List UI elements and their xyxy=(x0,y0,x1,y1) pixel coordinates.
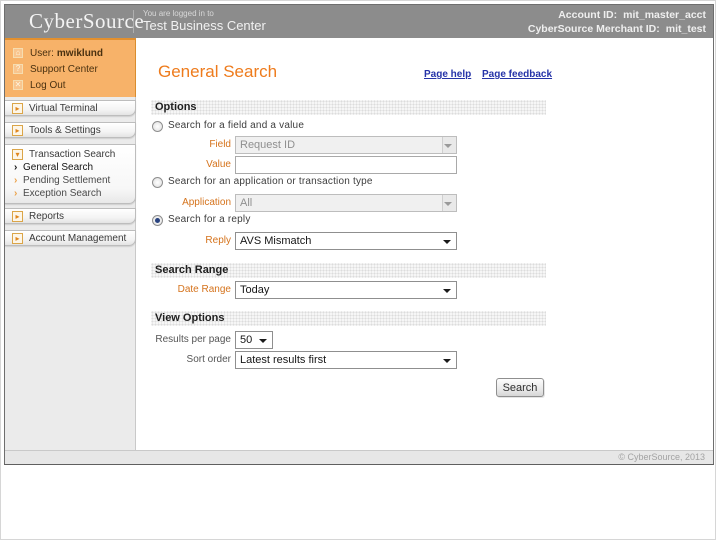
date-range-select[interactable]: Today xyxy=(235,281,457,299)
app-window: CyberSource You are logged in to Test Bu… xyxy=(4,4,714,465)
cybersource-logo: CyberSource xyxy=(29,9,144,34)
sidebar-item-virtual-terminal[interactable]: ▸ Virtual Terminal xyxy=(5,100,136,116)
view-options-section-heading: View Options xyxy=(151,311,546,326)
virtual-terminal-label: Virtual Terminal xyxy=(29,103,98,114)
results-per-page-select[interactable]: 50 xyxy=(235,331,273,349)
reply-select-value: AVS Mismatch xyxy=(240,235,311,247)
sort-order-select[interactable]: Latest results first xyxy=(235,351,457,369)
sidebar-item-log-out[interactable]: ✕ Log Out xyxy=(5,77,135,93)
dropdown-arrow-icon xyxy=(443,289,451,293)
top-bar: CyberSource You are logged in to Test Bu… xyxy=(5,5,713,38)
page-title: General Search xyxy=(158,62,277,82)
merchant-id-line: CyberSource Merchant ID: mit_test xyxy=(528,22,706,36)
sidebar-item-account-management[interactable]: ▸ Account Management xyxy=(5,230,136,246)
support-center-label: Support Center xyxy=(30,64,98,75)
radio-search-reply-label[interactable]: Search for a reply xyxy=(168,214,251,225)
account-id-label: Account ID: xyxy=(558,9,617,21)
sidebar-item-tools-settings[interactable]: ▸ Tools & Settings xyxy=(5,122,136,138)
sidebar-item-support-center[interactable]: ? Support Center xyxy=(5,61,135,77)
user-name: mwiklund xyxy=(57,48,103,59)
field-select[interactable]: Request ID xyxy=(235,136,457,154)
exception-search-label: Exception Search xyxy=(23,188,101,199)
value-input[interactable] xyxy=(235,156,457,174)
tools-settings-label: Tools & Settings xyxy=(29,125,101,136)
support-icon: ? xyxy=(13,64,23,74)
sort-order-value: Latest results first xyxy=(240,354,326,366)
sort-order-label: Sort order xyxy=(151,351,231,369)
business-center-name: Test Business Center xyxy=(143,20,266,32)
account-id-line: Account ID: mit_master_acct xyxy=(528,8,706,22)
logout-icon: ✕ xyxy=(13,80,23,90)
sidebar: ⌂ User: mwiklund ? Support Center ✕ Log … xyxy=(5,38,136,450)
screenshot-canvas: CyberSource You are logged in to Test Bu… xyxy=(0,0,716,540)
item-arrow-icon: › xyxy=(14,175,23,186)
reply-select[interactable]: AVS Mismatch xyxy=(235,232,457,250)
expand-arrow-icon: ▸ xyxy=(12,233,23,244)
page-help-link[interactable]: Page help xyxy=(424,69,471,80)
general-search-label: General Search xyxy=(23,162,93,173)
dropdown-arrow-icon xyxy=(443,359,451,363)
user-label: User: xyxy=(30,48,54,59)
merchant-id-value: mit_test xyxy=(666,23,706,35)
field-label: Field xyxy=(151,136,231,154)
dropdown-arrow-icon xyxy=(444,202,452,206)
item-arrow-icon: › xyxy=(14,188,23,199)
expand-arrow-icon: ▸ xyxy=(12,103,23,114)
radio-search-application-label[interactable]: Search for an application or transaction… xyxy=(168,176,373,187)
value-label: Value xyxy=(151,156,231,174)
dropdown-arrow-icon xyxy=(259,339,267,343)
radio-search-field-value[interactable] xyxy=(152,121,163,132)
application-select-value: All xyxy=(240,197,252,209)
sidebar-item-reports[interactable]: ▸ Reports xyxy=(5,208,136,224)
radio-search-field-value-label[interactable]: Search for a field and a value xyxy=(168,120,304,131)
home-icon: ⌂ xyxy=(13,48,23,58)
transaction-search-label: Transaction Search xyxy=(29,149,115,160)
application-select[interactable]: All xyxy=(235,194,457,212)
date-range-select-value: Today xyxy=(240,284,269,296)
account-id-value: mit_master_acct xyxy=(623,9,706,21)
dropdown-arrow-icon xyxy=(443,240,451,244)
main-content: General Search Page help Page feedback O… xyxy=(137,38,713,450)
reply-label: Reply xyxy=(151,232,231,250)
field-select-value: Request ID xyxy=(240,139,295,151)
logo-divider xyxy=(133,10,134,33)
sidebar-item-user[interactable]: ⌂ User: mwiklund xyxy=(5,45,135,61)
sidebar-item-pending-settlement[interactable]: › Pending Settlement xyxy=(5,174,135,187)
dropdown-arrow-icon xyxy=(444,144,452,148)
sidebar-group-transaction-search: ▾ Transaction Search › General Search › … xyxy=(5,144,136,204)
reports-label: Reports xyxy=(29,211,64,222)
expand-arrow-icon: ▸ xyxy=(12,125,23,136)
login-context: You are logged in to Test Business Cente… xyxy=(143,8,266,32)
search-button[interactable]: Search xyxy=(496,378,544,397)
sidebar-item-general-search[interactable]: › General Search xyxy=(5,161,135,174)
application-label: Application xyxy=(151,194,231,212)
expand-arrow-icon: ▸ xyxy=(12,211,23,222)
pending-settlement-label: Pending Settlement xyxy=(23,175,110,186)
log-out-label: Log Out xyxy=(30,80,66,91)
page-feedback-link[interactable]: Page feedback xyxy=(482,69,552,80)
copyright-text: © CyberSource, 2013 xyxy=(618,452,705,462)
account-info: Account ID: mit_master_acct CyberSource M… xyxy=(528,8,706,36)
footer: © CyberSource, 2013 xyxy=(5,450,713,464)
merchant-id-label: CyberSource Merchant ID: xyxy=(528,23,660,35)
user-panel: ⌂ User: mwiklund ? Support Center ✕ Log … xyxy=(5,38,136,97)
sidebar-item-exception-search[interactable]: › Exception Search xyxy=(5,187,135,200)
radio-search-application[interactable] xyxy=(152,177,163,188)
account-management-label: Account Management xyxy=(29,233,126,244)
date-range-label: Date Range xyxy=(151,281,231,299)
radio-search-reply[interactable] xyxy=(152,215,163,226)
options-section-heading: Options xyxy=(151,100,546,115)
collapse-arrow-icon: ▾ xyxy=(12,149,23,160)
current-item-arrow-icon: › xyxy=(14,162,23,173)
search-range-section-heading: Search Range xyxy=(151,263,546,278)
sidebar-item-transaction-search[interactable]: ▾ Transaction Search xyxy=(5,147,135,161)
results-per-page-value: 50 xyxy=(240,334,252,346)
results-per-page-label: Results per page xyxy=(137,331,231,349)
